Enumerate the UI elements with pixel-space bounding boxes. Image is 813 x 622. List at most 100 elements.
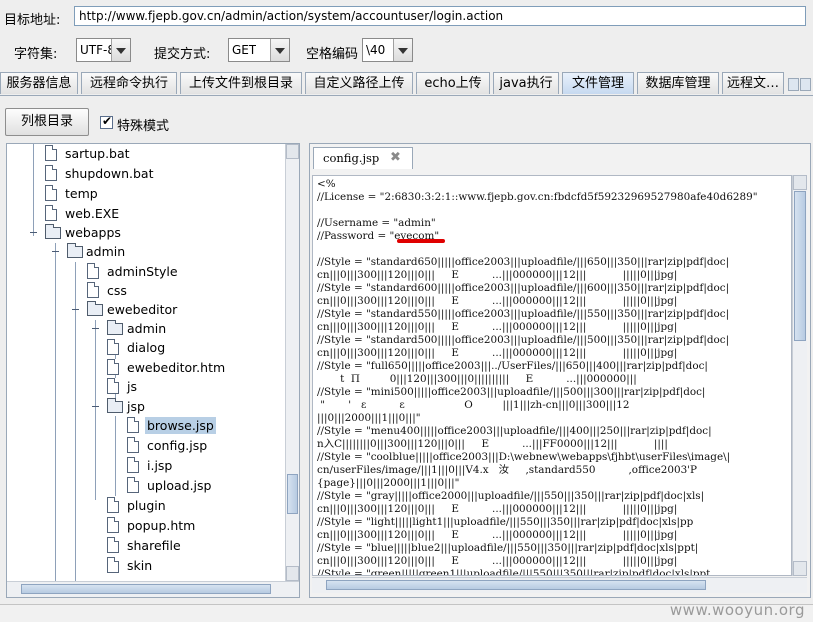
tab-server-info[interactable]: 服务器信息 [0, 72, 78, 94]
file-icon [45, 185, 57, 201]
tree-item[interactable]: ewebeditor.htm [7, 358, 287, 377]
file-icon [107, 557, 119, 573]
selected-item-label: browse.jsp [145, 417, 216, 434]
tree-item[interactable]: popup.htm [7, 516, 287, 535]
scroll-thumb[interactable] [326, 580, 706, 590]
file-icon [107, 517, 119, 533]
editor-vertical-scrollbar[interactable] [792, 175, 807, 576]
file-icon [45, 165, 57, 181]
tree-item[interactable]: webapps [7, 223, 287, 242]
tab-scroll-left-icon[interactable] [788, 78, 799, 91]
tab-custom-upload[interactable]: 自定义路径上传 [305, 72, 413, 94]
tree-item[interactable]: dialog [7, 338, 287, 357]
file-icon [87, 263, 99, 279]
tree-item[interactable]: css [7, 281, 287, 300]
tree-item[interactable]: plugin [7, 496, 287, 515]
tree-item[interactable]: js [7, 377, 287, 396]
charset-value: UTF-8 [80, 43, 115, 57]
scroll-thumb[interactable] [21, 584, 271, 594]
folder-icon [67, 243, 83, 258]
annotation-underline [397, 239, 445, 243]
folder-icon [87, 301, 103, 316]
file-icon [87, 282, 99, 298]
tree-item[interactable]: admin [7, 242, 287, 261]
file-icon [127, 417, 139, 433]
space-encoding-label: 空格编码 [306, 47, 359, 62]
tab-remote-command[interactable]: 远程命令执行 [81, 72, 177, 94]
folder-icon [45, 224, 61, 239]
method-value: GET [232, 43, 257, 57]
tree-item[interactable]: config.jsp [7, 436, 287, 455]
tree-item[interactable]: admin [7, 319, 287, 338]
file-icon [127, 457, 139, 473]
tab-java-exec[interactable]: java执行 [493, 72, 559, 94]
file-icon [127, 437, 139, 453]
scroll-down-icon[interactable] [793, 561, 807, 576]
tree-item[interactable]: shupdown.bat [7, 164, 287, 183]
tab-upload-root[interactable]: 上传文件到根目录 [180, 72, 302, 94]
tab-bar: 服务器信息 远程命令执行 上传文件到根目录 自定义路径上传 echo上传 jav… [0, 72, 813, 96]
collapse-handle-icon[interactable] [92, 403, 99, 410]
tree-item[interactable]: adminStyle [7, 262, 287, 281]
close-icon[interactable]: ✖ [390, 148, 401, 168]
collapse-handle-icon[interactable] [92, 325, 99, 332]
tab-echo-upload[interactable]: echo上传 [416, 72, 490, 94]
tree-item[interactable]: temp [7, 184, 287, 203]
tree-item[interactable]: browse.jsp [7, 416, 287, 435]
special-mode-checkbox[interactable]: ✔ [100, 114, 113, 129]
collapse-handle-icon[interactable] [30, 229, 37, 236]
editor-horizontal-scrollbar[interactable] [312, 577, 807, 593]
tree-item[interactable]: web.EXE [7, 204, 287, 223]
special-mode-label: 特殊模式 [117, 119, 170, 134]
watermark: www.wooyun.org [669, 601, 805, 619]
scroll-up-icon[interactable] [286, 144, 299, 159]
tree-vertical-scrollbar[interactable] [285, 144, 299, 581]
file-icon [45, 205, 57, 221]
scroll-thumb[interactable] [287, 474, 298, 514]
method-select[interactable]: GET [228, 38, 290, 62]
tab-file-manager[interactable]: 文件管理 [562, 72, 634, 94]
scroll-up-icon[interactable] [793, 175, 807, 190]
code-editor[interactable]: <% //License = "2:6830:3:2:1::www.fjepb.… [312, 175, 792, 576]
list-root-button[interactable]: 列根目录 [5, 108, 89, 136]
file-icon [45, 145, 57, 161]
tree-item[interactable]: sartup.bat [7, 144, 287, 163]
tab-remote-file[interactable]: 远程文… [722, 72, 784, 94]
chevron-down-icon[interactable] [111, 39, 130, 61]
scroll-thumb[interactable] [794, 191, 806, 341]
check-icon: ✔ [102, 114, 113, 128]
scroll-down-icon[interactable] [286, 566, 299, 581]
file-icon [127, 477, 139, 493]
file-tree: sartup.bat shupdown.bat temp web.EXE web… [6, 143, 300, 598]
tab-database-manager[interactable]: 数据库管理 [637, 72, 719, 94]
file-icon [107, 378, 119, 394]
tab-config-jsp[interactable]: config.jsp ✖ [313, 147, 413, 169]
charset-label: 字符集: [14, 47, 58, 62]
file-icon [107, 537, 119, 553]
tree-item[interactable]: upload.jsp [7, 476, 287, 495]
tree-item[interactable]: jsp [7, 397, 287, 416]
url-label: 目标地址: [4, 13, 61, 28]
method-label: 提交方式: [154, 47, 211, 62]
file-content: <% //License = "2:6830:3:2:1::www.fjepb.… [317, 178, 758, 576]
tree-item[interactable]: i.jsp [7, 456, 287, 475]
chevron-down-icon[interactable] [270, 39, 289, 61]
folder-icon [107, 320, 123, 335]
tree-item[interactable]: skin [7, 556, 287, 575]
tab-scroll-right-icon[interactable] [800, 78, 811, 91]
editor-tab-label: config.jsp [323, 151, 380, 165]
file-icon [107, 359, 119, 375]
charset-select[interactable]: UTF-8 [76, 38, 131, 62]
collapse-handle-icon[interactable] [72, 306, 79, 313]
collapse-handle-icon[interactable] [52, 248, 59, 255]
tree-horizontal-scrollbar[interactable] [7, 581, 299, 597]
chevron-down-icon[interactable] [393, 39, 412, 61]
file-icon [107, 497, 119, 513]
file-icon [107, 339, 119, 355]
space-encoding-value: \40 [366, 43, 386, 57]
url-input[interactable]: http://www.fjepb.gov.cn/admin/action/sys… [74, 6, 806, 26]
tree-item[interactable]: sharefile [7, 536, 287, 555]
tree-item[interactable]: ewebeditor [7, 300, 287, 319]
space-encoding-select[interactable]: \40 [362, 38, 413, 62]
folder-icon [107, 398, 123, 413]
